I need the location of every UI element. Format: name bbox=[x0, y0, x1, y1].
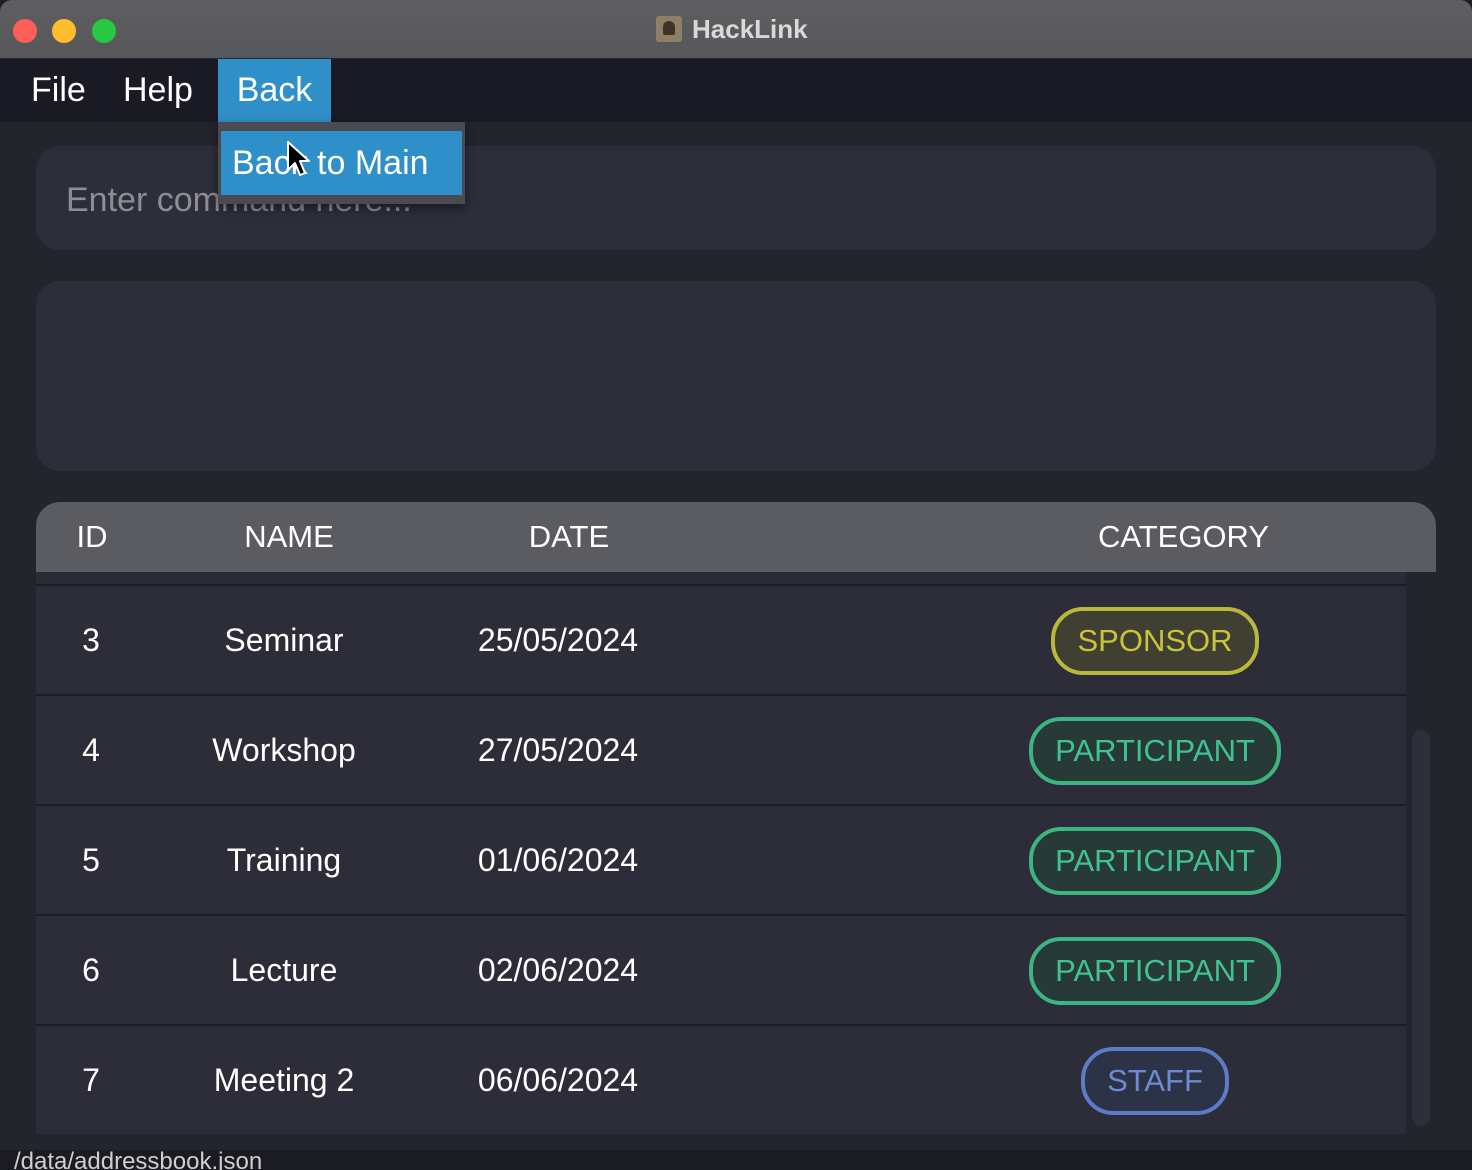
menu-back[interactable]: Back bbox=[218, 59, 331, 122]
minimize-window-button[interactable] bbox=[52, 19, 76, 43]
row-date: 27/05/2024 bbox=[477, 732, 639, 768]
vertical-scrollbar[interactable] bbox=[1406, 572, 1436, 1134]
event-list[interactable]: 3 Seminar 25/05/2024 SPONSOR 4 Workshop … bbox=[36, 572, 1406, 1134]
row-date: 02/06/2024 bbox=[477, 952, 639, 988]
row-date: 06/06/2024 bbox=[477, 1062, 639, 1098]
row-id: 6 bbox=[82, 952, 100, 988]
row-id: 7 bbox=[82, 1062, 100, 1098]
row-category: PARTICIPANT bbox=[996, 696, 1314, 805]
row-name: Workshop bbox=[212, 732, 356, 768]
person-icon bbox=[656, 16, 682, 42]
table-row[interactable]: 7 Meeting 2 06/06/2024 STAFF bbox=[36, 1024, 1406, 1134]
result-display bbox=[36, 281, 1436, 471]
scrollbar-thumb[interactable] bbox=[1412, 730, 1430, 1126]
pointer-cursor-icon bbox=[287, 141, 310, 176]
window-title-group: HackLink bbox=[656, 14, 808, 44]
row-name: Training bbox=[226, 842, 342, 878]
menu-item-back-to-main[interactable]: Back to Main bbox=[221, 131, 462, 195]
status-bar: /data/addressbook.json bbox=[0, 1150, 1472, 1170]
row-date: 25/05/2024 bbox=[477, 622, 639, 658]
menu-file[interactable]: File bbox=[31, 59, 86, 122]
column-header-name: NAME bbox=[244, 519, 334, 554]
row-name: Meeting 2 bbox=[213, 1062, 355, 1098]
close-window-button[interactable] bbox=[13, 19, 37, 43]
column-header-category: CATEGORY bbox=[1097, 519, 1270, 554]
row-date: 01/06/2024 bbox=[477, 842, 639, 878]
table-row[interactable]: 5 Training 01/06/2024 PARTICIPANT bbox=[36, 804, 1406, 915]
row-category: STAFF bbox=[996, 1026, 1314, 1134]
back-menu-dropdown: Back to Main bbox=[218, 122, 465, 204]
menu-help[interactable]: Help bbox=[123, 59, 193, 122]
row-id: 3 bbox=[82, 622, 100, 658]
category-badge: PARTICIPANT bbox=[1029, 716, 1281, 785]
table-row[interactable]: 4 Workshop 27/05/2024 PARTICIPANT bbox=[36, 694, 1406, 805]
title-bar: HackLink bbox=[0, 0, 1472, 59]
row-id: 4 bbox=[82, 732, 100, 768]
row-name: Lecture bbox=[230, 952, 338, 988]
table-row[interactable]: 6 Lecture 02/06/2024 PARTICIPANT bbox=[36, 914, 1406, 1025]
window-title: HackLink bbox=[692, 13, 808, 44]
menu-bar: File Help Back bbox=[0, 59, 1472, 122]
column-header-id: ID bbox=[76, 519, 108, 554]
table-header: ID NAME DATE CATEGORY bbox=[36, 502, 1436, 572]
table-row[interactable]: 3 Seminar 25/05/2024 SPONSOR bbox=[36, 584, 1406, 695]
row-category: PARTICIPANT bbox=[996, 916, 1314, 1025]
category-badge: PARTICIPANT bbox=[1029, 826, 1281, 895]
category-badge: PARTICIPANT bbox=[1029, 936, 1281, 1005]
row-category: SPONSOR bbox=[996, 586, 1314, 695]
row-category: PARTICIPANT bbox=[996, 806, 1314, 915]
row-id: 5 bbox=[82, 842, 100, 878]
row-name: Seminar bbox=[224, 622, 344, 658]
category-badge: SPONSOR bbox=[1051, 606, 1259, 675]
status-path: /data/addressbook.json bbox=[14, 1150, 263, 1170]
maximize-window-button[interactable] bbox=[92, 19, 116, 43]
column-header-date: DATE bbox=[528, 519, 610, 554]
category-badge: STAFF bbox=[1081, 1046, 1229, 1115]
